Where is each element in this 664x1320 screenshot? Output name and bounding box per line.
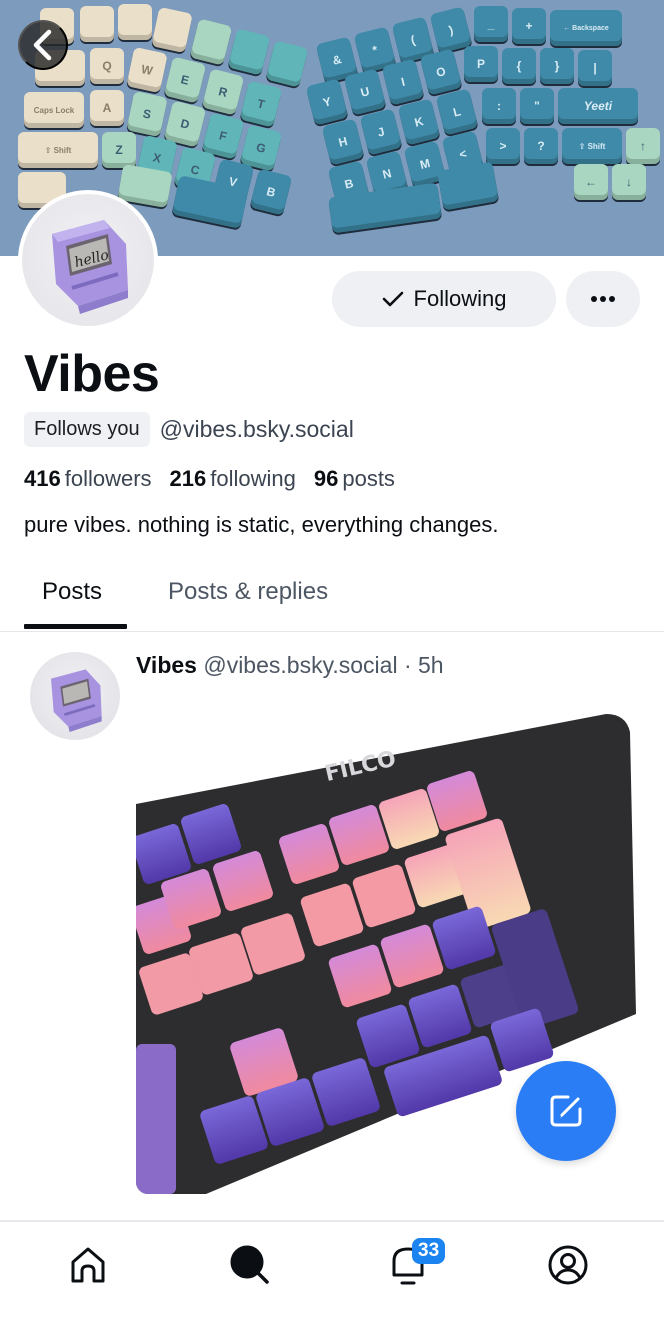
check-icon [382,291,403,307]
nav-home[interactable] [58,1240,118,1290]
more-options-button[interactable] [566,271,640,327]
nav-profile[interactable] [538,1240,598,1290]
followers-link[interactable]: 416 followers [24,466,152,492]
posts-label: posts [342,466,395,491]
display-name: Vibes [24,345,160,403]
chevron-left-icon [33,29,52,61]
profile-handle: @vibes.bsky.social [159,416,354,442]
notifications-badge: 33 [412,1238,446,1264]
profile-tabs: Posts Posts & replies [0,566,664,632]
followers-count: 416 [24,466,61,491]
handle-row: Follows you @vibes.bsky.social [24,412,354,447]
following-button[interactable]: Following [332,271,556,327]
profile-bio: pure vibes. nothing is static, everythin… [24,512,499,537]
user-circle-icon [548,1245,588,1285]
post-author-handle[interactable]: @vibes.bsky.social [203,652,397,678]
avatar-image: hello [22,194,154,326]
profile-avatar[interactable]: hello [18,190,158,330]
follows-you-badge: Follows you [24,412,150,447]
back-button[interactable] [18,20,68,70]
ellipsis-icon [591,296,615,302]
posts-stat: 96 posts [314,466,395,492]
following-count: 216 [169,466,207,491]
compose-post-button[interactable] [516,1061,616,1161]
search-icon [230,1245,269,1284]
keycap-computer-illustration [51,669,102,732]
home-icon [71,1247,105,1283]
following-label: following [210,466,296,491]
following-button-label: Following [413,286,507,311]
following-link[interactable]: 216 following [170,466,296,492]
keycap-computer-illustration: hello [52,220,128,314]
tab-posts[interactable]: Posts [42,578,102,606]
nav-notifications[interactable]: 33 [378,1238,446,1290]
active-tab-indicator [24,624,127,629]
post-author-name[interactable]: Vibes [136,652,197,678]
tab-posts-and-replies[interactable]: Posts & replies [168,578,328,606]
post-author-avatar[interactable] [30,652,120,740]
banner-keyboard-right: & * ( ) _ + ← Backspace Y U I O P { } | … [305,0,664,234]
compose-icon [550,1095,582,1127]
post-timestamp[interactable]: 5h [418,652,444,678]
followers-label: followers [64,466,152,491]
posts-count: 96 [313,466,339,491]
post-separator: · [403,652,412,678]
profile-stats: 416 followers 216 following 96 posts [24,466,395,492]
nav-search[interactable] [220,1240,280,1290]
bottom-navigation: 33 [0,1220,664,1320]
post-header: Vibes @vibes.bsky.social · 5h [136,652,444,679]
